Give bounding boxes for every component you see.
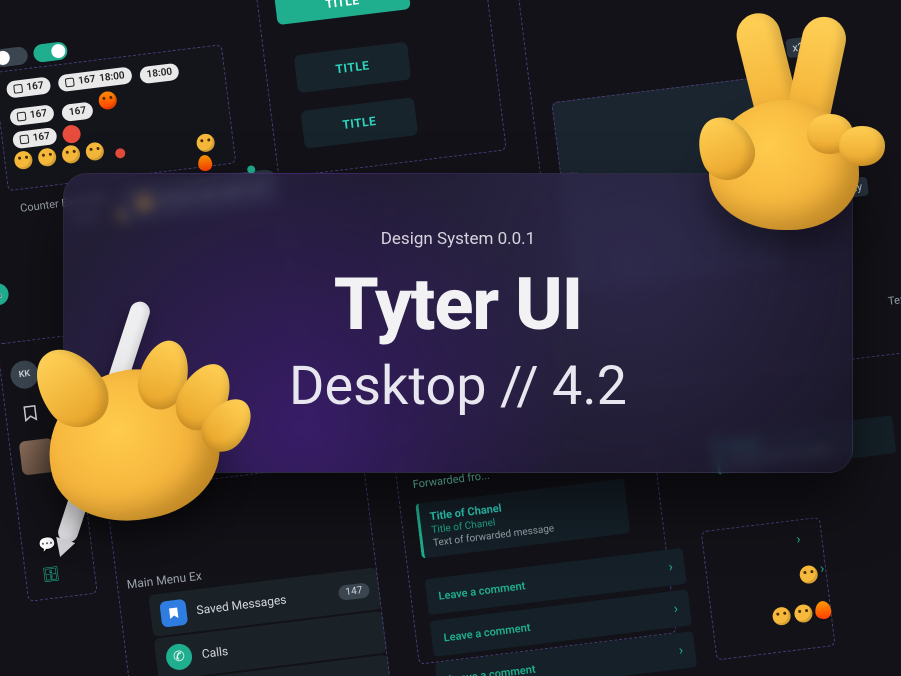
chevron-right-icon: › [668,559,674,575]
toggle-on[interactable] [32,41,68,63]
hero-title: Tyter UI [334,269,582,341]
title-btn-label: TITLE [335,58,370,76]
pill-label: 167 [32,131,50,144]
pill-167-d[interactable]: 167 [12,127,58,149]
emoji-icon [61,144,81,164]
pill-sub: 18:00 [99,70,126,84]
fire-icon [98,90,118,110]
pill-sub: 18:00 [146,66,173,80]
pill-167-b[interactable]: 167 [9,104,55,126]
pill-167-c[interactable]: 167 [61,101,94,122]
red-dot-icon [62,124,82,144]
hero-subtitle: Desktop // 4.2 [289,355,627,418]
text-partial-right: Tex [887,293,901,308]
pill-label: 167 [78,74,96,87]
title-btn-label: TITLE [325,0,360,11]
emoji-icon [196,133,216,153]
emoji-icon [13,150,33,170]
pill-167-a[interactable]: 167 [6,76,52,98]
stage: 167 167 18:00 18:00 167 167 167 TITLE T [0,0,901,676]
pill-label: 167 [68,105,86,118]
emoji-panel-box [701,517,836,661]
pill-label: 167 [29,108,47,121]
peace-hand-emoji [699,20,879,230]
comment-label: Leave a comment [438,579,526,603]
dot-icon[interactable]: ○ [0,253,4,275]
toggle-off[interactable] [0,46,29,68]
comment-label: Leave a comment [443,620,531,644]
title-buttons-box [255,0,506,178]
emoji-icon [37,147,57,167]
writing-hand-emoji [20,300,280,560]
title-btn-label: TITLE [342,114,377,132]
design-system-label: Design System 0.0.1 [381,229,535,249]
recording-dot-icon [115,148,126,159]
chevron-right-icon: › [678,643,684,659]
fire-icon [197,154,213,172]
emoji-icon [85,141,105,161]
pill-time-b[interactable]: 18:00 [139,63,180,85]
pill-time-a[interactable]: 167 18:00 [57,66,132,92]
volume-icon[interactable]: 🔈 [0,282,10,307]
pill-label: 167 [26,80,44,93]
comment-label: Leave a comment [448,662,536,676]
chevron-right-icon: › [673,601,679,617]
